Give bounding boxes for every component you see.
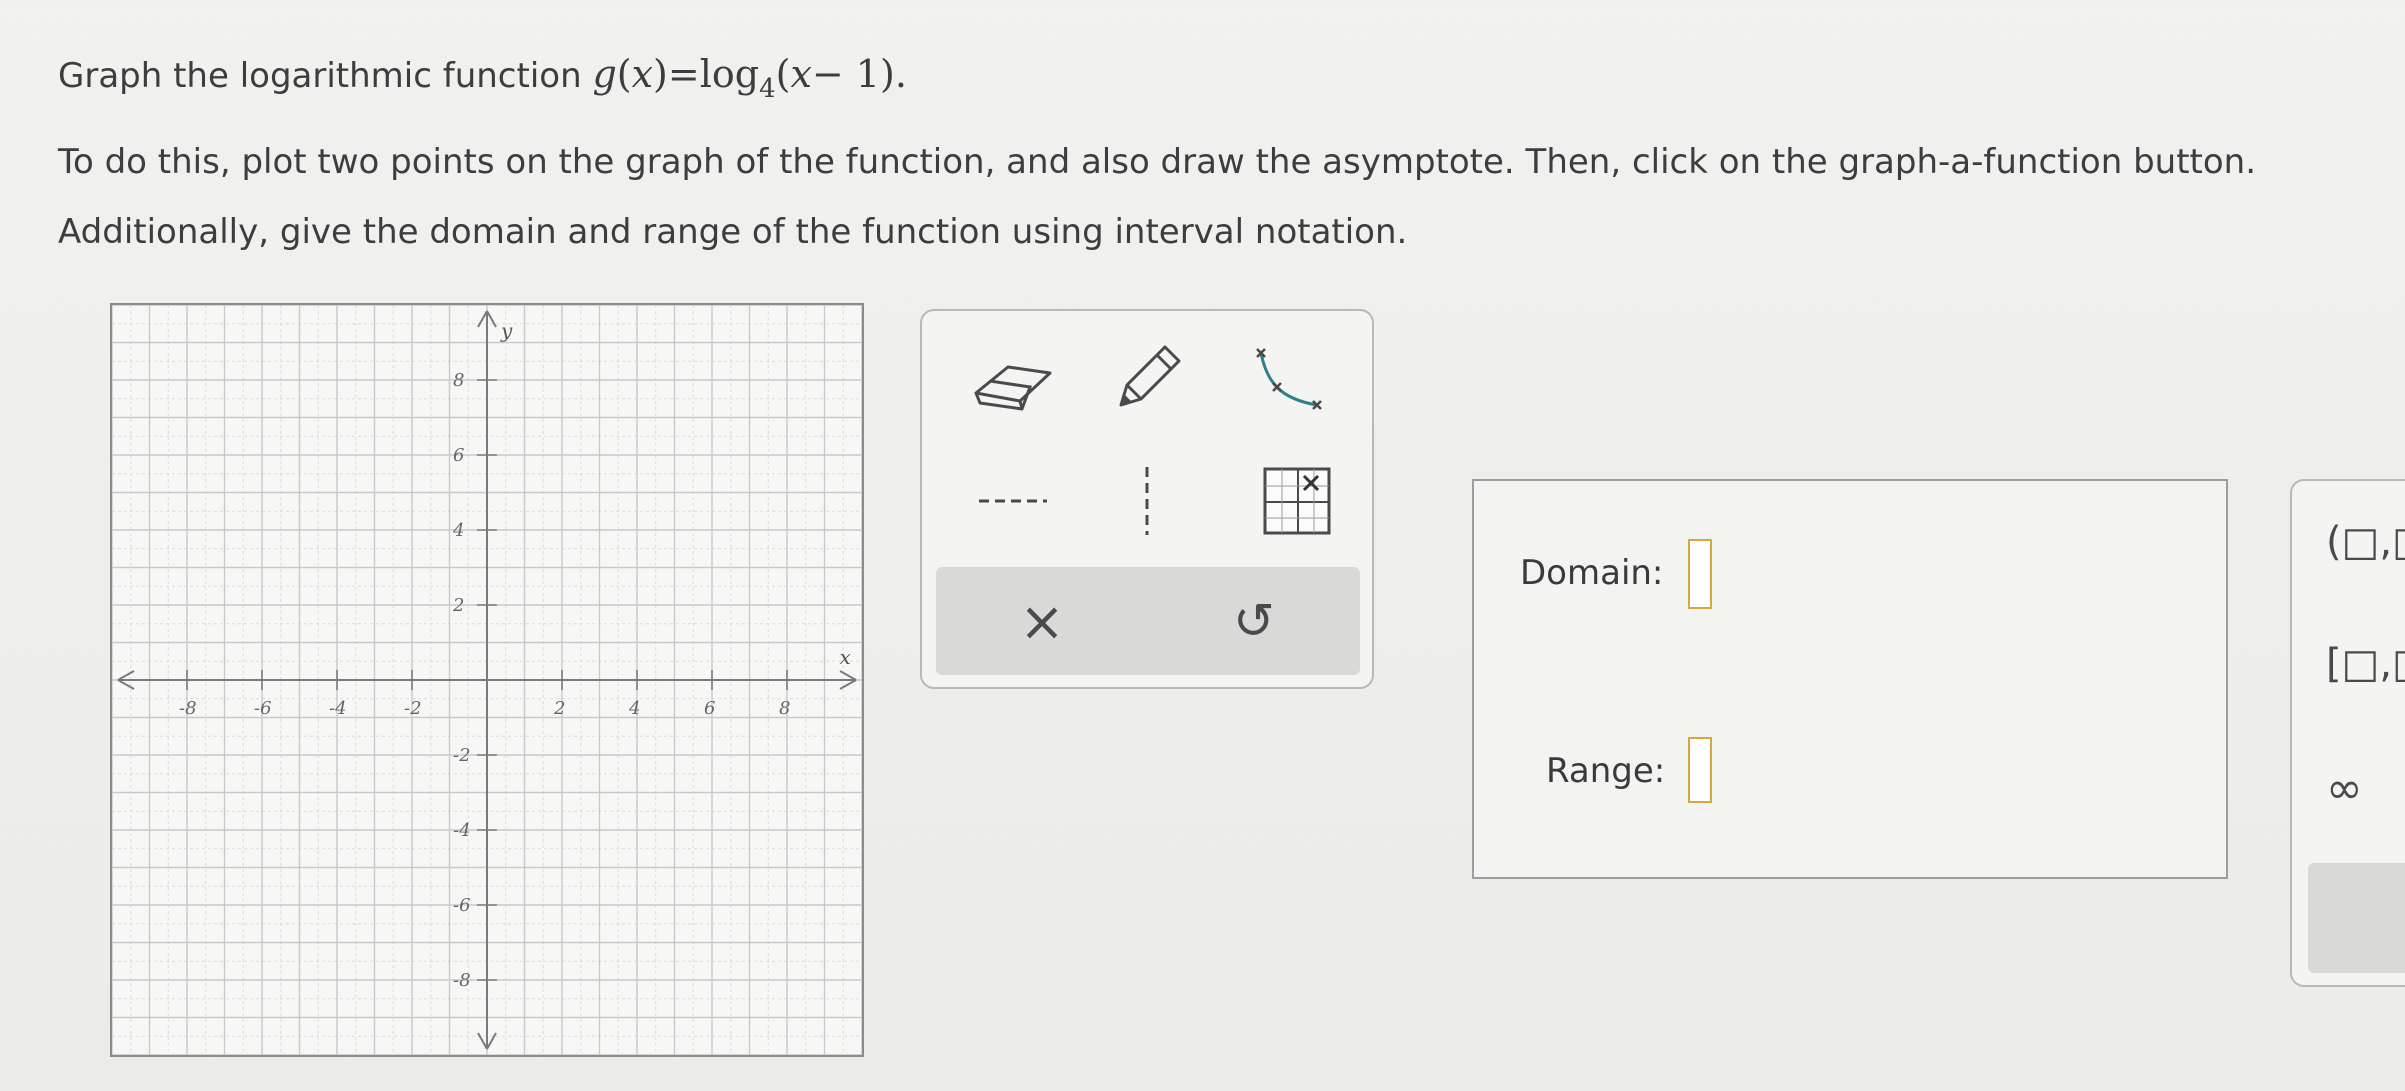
range-label: Range: — [1546, 751, 1666, 791]
prompt-line-1: Graph the logarithmic function g(x)=log4… — [58, 52, 907, 104]
graph-toolbox: × ↺ — [920, 309, 1374, 689]
prompt-intro: Graph the logarithmic function — [58, 56, 582, 96]
tool-action-bar: × ↺ — [936, 567, 1360, 675]
graph-function-icon — [1256, 348, 1322, 410]
eraser-tool-button[interactable] — [958, 331, 1068, 431]
y-tick-label: -6 — [453, 895, 471, 916]
x-tick-label: -4 — [329, 698, 347, 719]
y-tick-label: 6 — [453, 445, 464, 466]
x-tick-label: -6 — [254, 698, 272, 719]
vertical-dashed-line-icon — [1145, 467, 1149, 535]
y-tick-label: 4 — [452, 520, 464, 541]
axes — [117, 310, 857, 1050]
undo-button[interactable]: ↺ — [1148, 567, 1360, 675]
y-tick-label: 2 — [452, 595, 464, 616]
keypad-action-bar[interactable] — [2308, 863, 2405, 973]
x-tick-label: 4 — [628, 698, 640, 719]
graph-function-button[interactable] — [1232, 329, 1342, 429]
x-axis-label: x — [840, 645, 851, 669]
pencil-tool-button[interactable] — [1092, 329, 1202, 429]
vertical-asymptote-button[interactable] — [1092, 451, 1202, 551]
x-icon: × — [1019, 589, 1065, 653]
x-tick-label: -8 — [179, 698, 197, 719]
y-tick-label: 8 — [453, 370, 464, 391]
domain-label: Domain: — [1520, 553, 1664, 593]
range-input[interactable] — [1688, 737, 1712, 803]
domain-input[interactable] — [1688, 539, 1712, 609]
interval-keypad: (□,□ [□,□ ∞ — [2290, 479, 2405, 987]
y-tick-label: -8 — [453, 970, 471, 991]
y-tick-label: -4 — [453, 820, 471, 841]
y-tick-label: -2 — [453, 745, 471, 766]
infinity-key[interactable]: ∞ — [2326, 763, 2363, 814]
prompt-line-3: Additionally, give the domain and range … — [58, 212, 1408, 252]
y-axis-label: y — [500, 318, 513, 342]
no-solution-grid-icon — [1263, 467, 1331, 535]
eraser-icon — [974, 365, 1052, 411]
clear-button[interactable]: × — [936, 567, 1148, 675]
x-tick-label: 2 — [553, 698, 565, 719]
horizontal-dashed-line-icon — [979, 499, 1047, 503]
x-tick-label: 8 — [779, 698, 790, 719]
graph-canvas[interactable]: x y -8 -6 -4 -2 2 4 6 8 8 6 4 2 -2 -4 -6 -8 — [112, 305, 862, 1055]
coordinate-grid[interactable]: x y -8 -6 -4 -2 2 4 6 8 8 6 4 2 -2 -4 -6 -8 — [110, 303, 864, 1057]
undo-icon: ↺ — [1233, 592, 1275, 650]
function-expression: g(x)=log4(x− 1). — [592, 52, 907, 104]
prompt-line-2: To do this, plot two points on the graph… — [58, 142, 2257, 182]
x-tick-label: 6 — [704, 698, 715, 719]
open-interval-key[interactable]: (□,□ — [2326, 519, 2405, 565]
horizontal-asymptote-button[interactable] — [958, 451, 1068, 551]
no-solution-button[interactable] — [1242, 451, 1352, 551]
x-tick-label: -2 — [404, 698, 422, 719]
pencil-icon — [1119, 345, 1181, 407]
answer-box: Domain: Range: — [1472, 479, 2228, 879]
closed-interval-key[interactable]: [□,□ — [2326, 641, 2405, 687]
